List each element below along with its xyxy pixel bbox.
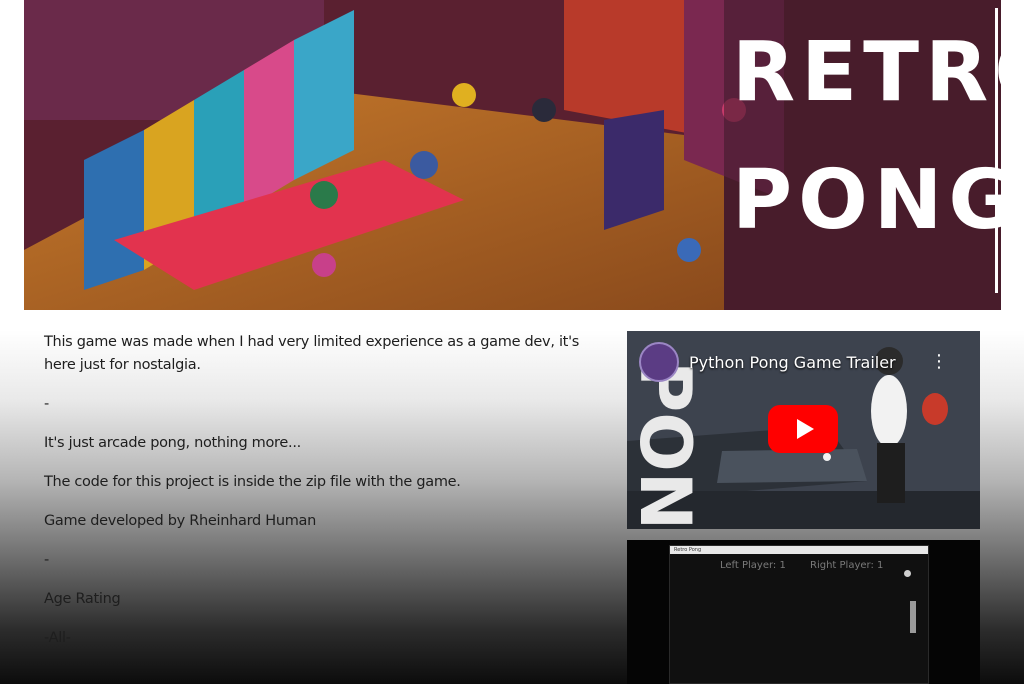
description-paragraph: -: [44, 552, 49, 568]
banner-title-line1: RETRO: [732, 25, 1001, 120]
description-paragraph: Game developed by Rheinhard Human: [44, 513, 317, 529]
description-paragraph: This game was made when I had very limit…: [44, 334, 580, 373]
right-player-score: Right Player: 1: [810, 560, 884, 571]
video-title[interactable]: Python Pong Game Trailer: [689, 353, 896, 372]
pong-paddle: [910, 601, 916, 633]
more-vertical-icon[interactable]: ⋮: [930, 353, 948, 371]
description-paragraph: Age Rating: [44, 591, 121, 607]
gameplay-screenshot[interactable]: Retro Pong Left Player: 1 Right Player: …: [627, 540, 980, 684]
description-paragraph: -: [44, 396, 49, 412]
play-button[interactable]: [768, 405, 838, 453]
pong-ball: [904, 570, 911, 577]
play-icon: [796, 419, 814, 439]
banner-title-line2: PONG: [732, 153, 1001, 249]
description-paragraph: It's just arcade pong, nothing more...: [44, 435, 301, 451]
game-window-titlebar: Retro Pong: [670, 546, 928, 554]
video-side-text: PONG: [627, 361, 706, 529]
banner-title: RETRO PONG: [732, 25, 1001, 249]
channel-avatar[interactable]: [639, 342, 679, 382]
left-player-score: Left Player: 1: [720, 560, 786, 571]
game-banner: RETRO PONG: [24, 0, 1001, 310]
game-description: This game was made when I had very limit…: [44, 331, 609, 650]
game-window: Retro Pong Left Player: 1 Right Player: …: [669, 545, 929, 684]
banner-divider: [995, 8, 998, 293]
trailer-video-embed[interactable]: PONG Python Pong Game Trailer ⋮: [627, 331, 980, 529]
description-paragraph: The code for this project is inside the …: [44, 474, 461, 490]
description-paragraph: -All-: [44, 630, 71, 646]
